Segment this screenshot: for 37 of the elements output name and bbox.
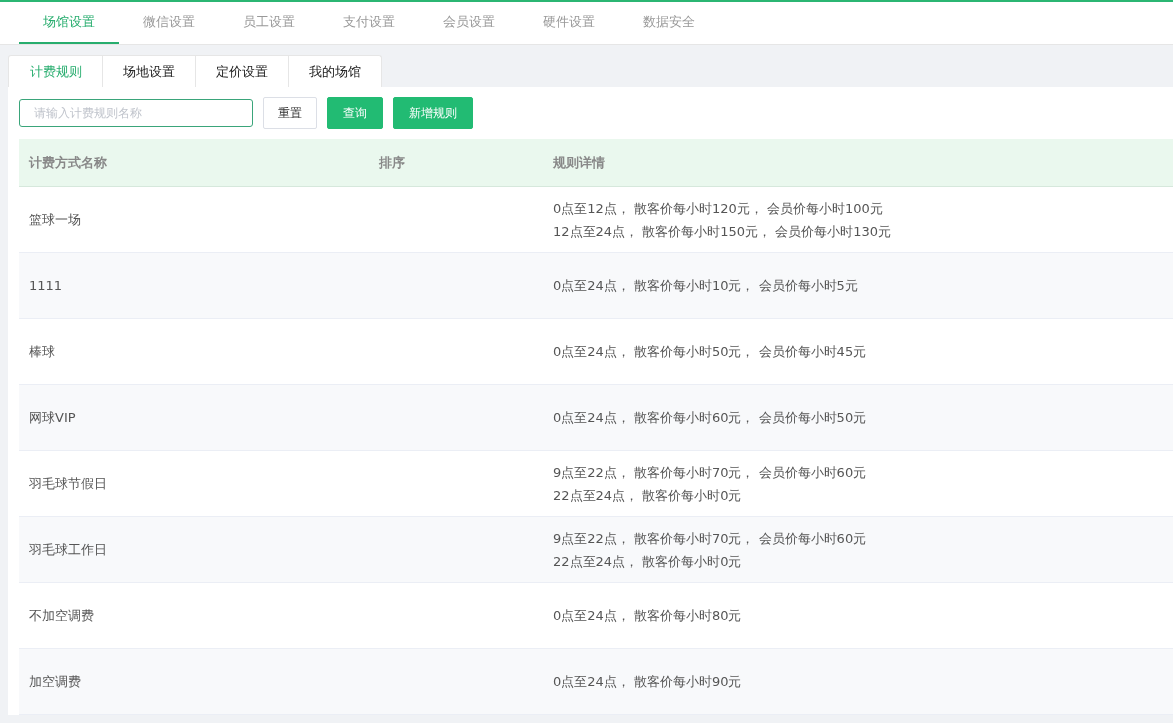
action-button[interactable]: 新增规则 bbox=[393, 97, 473, 129]
nav-tab[interactable]: 支付设置 bbox=[319, 2, 419, 44]
rule-detail: 22点至24点， 散客价每小时0元 bbox=[553, 552, 743, 571]
rule-detail: 9点至22点， 散客价每小时70元， 会员价每小时60元 bbox=[553, 463, 868, 482]
rule-detail: 0点至24点， 散客价每小时60元， 会员价每小时50元 bbox=[553, 409, 868, 427]
table-cell: 羽毛球节假日 bbox=[29, 475, 107, 491]
table-cell: 羽毛球工作日 bbox=[29, 541, 107, 557]
action-button[interactable]: 查询 bbox=[327, 97, 383, 129]
sub-tab[interactable]: 定价设置 bbox=[196, 55, 289, 87]
nav-tab[interactable]: 数据安全 bbox=[619, 2, 719, 44]
rule-detail: 9点至22点， 散客价每小时70元， 会员价每小时60元 bbox=[553, 529, 868, 548]
rule-detail: 0点至12点， 散客价每小时120元， 会员价每小时100元 bbox=[553, 199, 884, 218]
rule-detail: 0点至24点， 散客价每小时50元， 会员价每小时45元 bbox=[553, 343, 868, 361]
table-cell: 篮球一场 bbox=[29, 211, 81, 227]
nav-tab[interactable]: 员工设置 bbox=[219, 2, 319, 44]
rule-detail: 0点至24点， 散客价每小时10元， 会员价每小时5元 bbox=[553, 277, 859, 295]
rule-detail: 12点至24点， 散客价每小时150元， 会员价每小时130元 bbox=[553, 222, 892, 241]
sub-tab[interactable]: 场地设置 bbox=[103, 55, 196, 87]
nav-tab[interactable]: 会员设置 bbox=[419, 2, 519, 44]
rule-detail: 0点至24点， 散客价每小时90元 bbox=[553, 673, 743, 691]
rule-detail: 0点至24点， 散客价每小时80元 bbox=[553, 607, 743, 625]
column-header: 计费方式名称 bbox=[28, 153, 108, 172]
table-cell: 棒球 bbox=[29, 343, 55, 359]
column-header: 排序 bbox=[378, 153, 406, 172]
rule-detail: 22点至24点， 散客价每小时0元 bbox=[553, 486, 743, 505]
table-cell: 加空调费 bbox=[29, 673, 81, 689]
nav-tab[interactable]: 硬件设置 bbox=[519, 2, 619, 44]
nav-tab[interactable]: 场馆设置 bbox=[19, 2, 119, 44]
table-cell: 1111 bbox=[29, 278, 63, 293]
sub-tab[interactable]: 计费规则 bbox=[8, 55, 103, 87]
sub-tab[interactable]: 我的场馆 bbox=[289, 55, 382, 87]
nav-tab[interactable]: 微信设置 bbox=[119, 2, 219, 44]
action-button[interactable]: 重置 bbox=[263, 97, 317, 129]
search-field[interactable]: 请输入计费规则名称 bbox=[19, 99, 253, 127]
table-cell: 网球VIP bbox=[29, 409, 76, 425]
column-header: 规则详情 bbox=[552, 153, 606, 172]
table-cell: 不加空调费 bbox=[29, 607, 94, 623]
